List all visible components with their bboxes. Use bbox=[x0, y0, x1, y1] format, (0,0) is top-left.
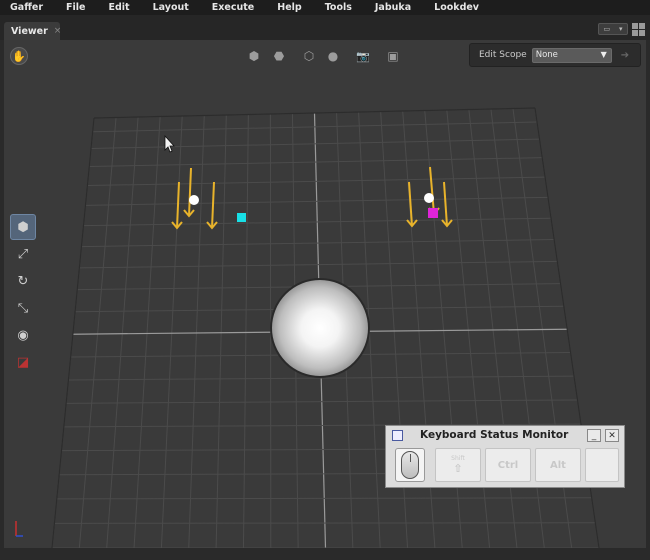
extra-key-indicator bbox=[585, 448, 619, 482]
expansion-icon[interactable]: ⬢ bbox=[245, 47, 263, 65]
alt-key-indicator: Alt bbox=[535, 448, 581, 482]
tab-bar: Viewer × bbox=[0, 15, 650, 40]
camera-icon[interactable]: 📷 bbox=[354, 47, 372, 65]
keyboard-status-monitor-window: Keyboard Status Monitor _ ✕ Shift ⇧ Ctrl… bbox=[385, 425, 625, 488]
shift-arrow-icon: ⇧ bbox=[453, 462, 463, 475]
ctrl-key-indicator: Ctrl bbox=[485, 448, 531, 482]
ksm-title: Keyboard Status Monitor bbox=[420, 429, 569, 441]
scale-tool-button[interactable]: ⤡ bbox=[10, 295, 36, 321]
menu-file[interactable]: File bbox=[66, 2, 85, 13]
menu-edit[interactable]: Edit bbox=[109, 2, 130, 13]
edit-scope-value: None bbox=[535, 50, 558, 60]
ksm-titlebar[interactable]: Keyboard Status Monitor _ ✕ bbox=[386, 426, 624, 446]
camera-tool-button[interactable]: ◉ bbox=[10, 322, 36, 348]
light-direction-arrow bbox=[206, 181, 218, 230]
tab-viewer-label: Viewer bbox=[11, 25, 48, 37]
tool-palette: ⬢ ⤢ ↻ ⤡ ◉ ◪ bbox=[8, 212, 38, 377]
menu-lookdev[interactable]: Lookdev bbox=[434, 2, 479, 13]
sphere-object[interactable] bbox=[270, 278, 370, 378]
light-gizmos bbox=[171, 166, 453, 230]
light-direction-arrow bbox=[171, 181, 183, 230]
light-direction-arrow bbox=[183, 167, 195, 218]
selection-mask-icon[interactable]: ⬣ bbox=[270, 47, 288, 65]
viewer-toolbar: ✋ ⬢ ⬣ ⬡ ● 📷 ▣ Edit Scope None ▼ ➔ bbox=[4, 40, 646, 72]
layout-menu-button[interactable]: ▭ ▾ bbox=[598, 23, 628, 35]
grid-line bbox=[133, 116, 161, 548]
chevron-down-icon: ▾ bbox=[619, 25, 623, 33]
grid-line bbox=[78, 117, 117, 548]
shading-mode-icon[interactable]: ⬡ bbox=[300, 47, 318, 65]
close-button[interactable]: ✕ bbox=[605, 429, 619, 442]
menu-bar: Gaffer File Edit Layout Execute Help Too… bbox=[0, 0, 650, 15]
light-direction-arrow bbox=[406, 181, 418, 228]
grid-line bbox=[215, 114, 227, 548]
grid-border-line bbox=[51, 117, 95, 548]
menu-layout[interactable]: Layout bbox=[153, 2, 189, 13]
light-direction-arrow bbox=[428, 166, 440, 216]
edit-scope-label: Edit Scope bbox=[479, 50, 527, 60]
tab-viewer[interactable]: Viewer × bbox=[4, 22, 62, 40]
translate-tool-button[interactable]: ⤢ bbox=[10, 241, 36, 267]
grid-line bbox=[242, 114, 249, 548]
arrow-right-icon[interactable]: ➔ bbox=[621, 50, 629, 61]
hand-icon[interactable]: ✋ bbox=[10, 47, 28, 65]
rotate-tool-button[interactable]: ↻ bbox=[10, 268, 36, 294]
selection-tool-button[interactable]: ⬢ bbox=[10, 214, 36, 240]
shift-key-label: Shift bbox=[451, 455, 465, 462]
ksm-keys: Shift ⇧ Ctrl Alt bbox=[392, 448, 620, 482]
mouse-icon bbox=[395, 448, 425, 482]
edit-scope-widget: Edit Scope None ▼ ➔ bbox=[469, 43, 641, 67]
light-cyan-marker[interactable] bbox=[237, 213, 246, 222]
menu-tools[interactable]: Tools bbox=[325, 2, 352, 13]
crop-window-tool-button[interactable]: ◪ bbox=[10, 349, 36, 375]
edit-scope-dropdown[interactable]: None ▼ bbox=[531, 47, 612, 63]
menu-execute[interactable]: Execute bbox=[212, 2, 254, 13]
sphere-icon[interactable]: ● bbox=[324, 47, 342, 65]
light-magenta-marker[interactable] bbox=[428, 208, 438, 218]
light-white-point[interactable] bbox=[189, 195, 199, 205]
grid-line bbox=[160, 115, 183, 548]
grid-line bbox=[54, 522, 596, 524]
tab-close-icon[interactable]: × bbox=[54, 26, 62, 36]
layout-controls: ▭ ▾ bbox=[598, 23, 645, 36]
chevron-down-icon: ▼ bbox=[600, 49, 607, 59]
minimize-button[interactable]: _ bbox=[587, 429, 601, 442]
layout-menu-icon: ▭ bbox=[603, 25, 611, 33]
shift-key-indicator: Shift ⇧ bbox=[435, 448, 481, 482]
layout-grid-icon[interactable] bbox=[632, 23, 645, 36]
mouse-cursor-icon bbox=[164, 134, 175, 153]
light-white-point[interactable] bbox=[424, 193, 434, 203]
grid-line bbox=[106, 116, 139, 548]
axis-gizmo bbox=[15, 521, 23, 537]
menu-help[interactable]: Help bbox=[277, 2, 301, 13]
menu-jabuka[interactable]: Jabuka bbox=[375, 2, 411, 13]
menu-gaffer[interactable]: Gaffer bbox=[10, 2, 43, 13]
window-menu-icon[interactable] bbox=[392, 430, 403, 441]
display-transform-icon[interactable]: ▣ bbox=[384, 47, 402, 65]
